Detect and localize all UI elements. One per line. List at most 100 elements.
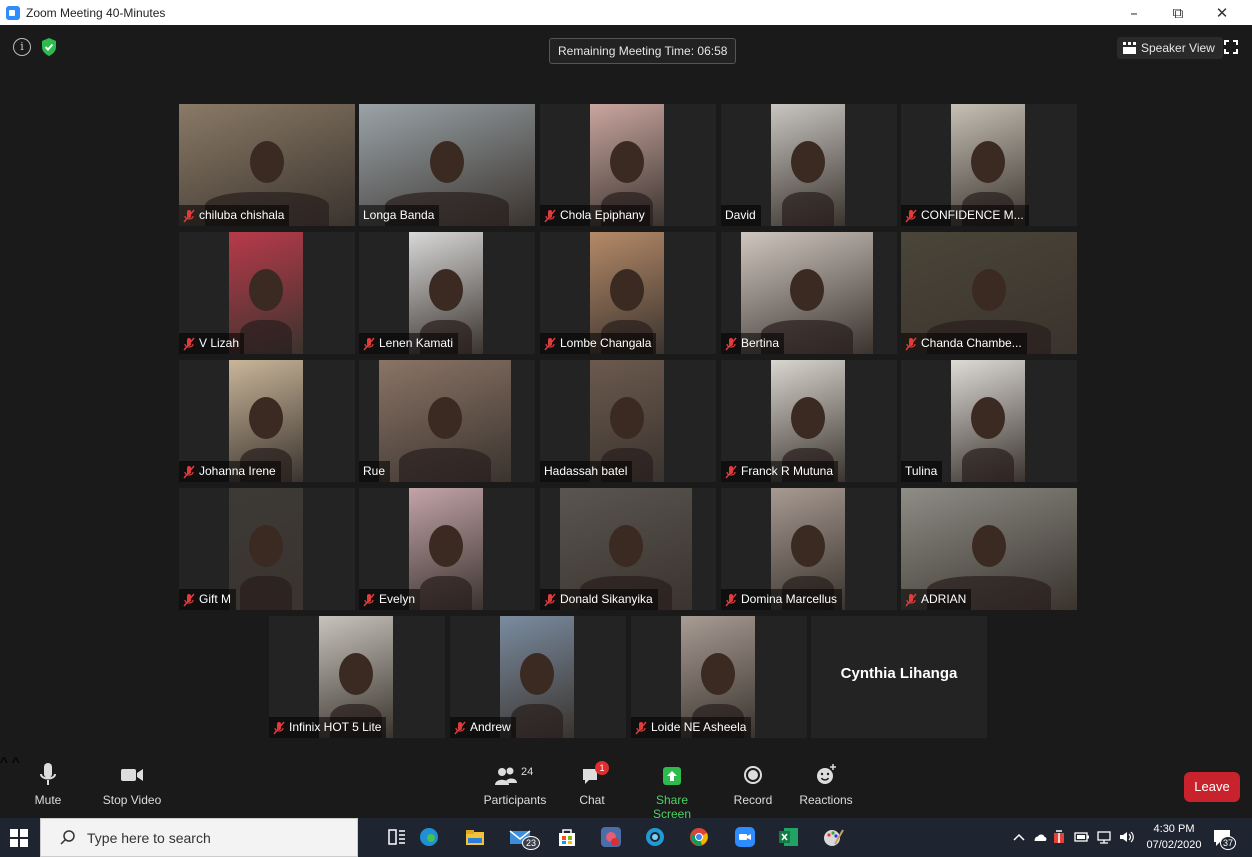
- participant-nametag: Infinix HOT 5 Lite: [269, 717, 387, 738]
- participant-silhouette: [520, 652, 554, 695]
- participant-tile[interactable]: Longa Banda: [359, 104, 535, 226]
- participant-silhouette: [339, 652, 373, 695]
- mail-app[interactable]: 23: [508, 826, 542, 850]
- participant-silhouette: [430, 140, 464, 183]
- participant-name: CONFIDENCE M...: [921, 208, 1024, 222]
- participant-tile[interactable]: Rue: [359, 360, 535, 482]
- participant-name: Rue: [363, 464, 386, 478]
- participant-tile[interactable]: Gift M: [179, 488, 355, 610]
- network-icon[interactable]: [1096, 830, 1112, 844]
- participant-silhouette: [429, 268, 463, 311]
- participant-tile[interactable]: Chola Epiphany: [540, 104, 716, 226]
- photos-app-icon[interactable]: [600, 826, 622, 848]
- participant-tile[interactable]: Andrew: [450, 616, 626, 738]
- security-tray-icon[interactable]: [1052, 829, 1066, 845]
- participant-silhouette: [610, 396, 644, 439]
- participant-name: Chola Epiphany: [560, 208, 645, 222]
- microphone-icon: [40, 763, 56, 785]
- paint-icon[interactable]: [822, 826, 844, 848]
- share-screen-icon: [663, 767, 681, 785]
- windows-start-icon[interactable]: [10, 829, 28, 847]
- encryption-shield-icon[interactable]: [39, 37, 59, 57]
- audio-options-caret[interactable]: ^: [0, 755, 8, 772]
- participant-tile[interactable]: Bertina: [721, 232, 897, 354]
- participant-nametag: Bertina: [721, 333, 785, 354]
- participant-tile[interactable]: Franck R Mutuna: [721, 360, 897, 482]
- meeting-info-icon[interactable]: i: [13, 38, 31, 56]
- file-explorer-icon[interactable]: [464, 826, 486, 848]
- participant-tile[interactable]: Lombe Changala: [540, 232, 716, 354]
- battery-icon[interactable]: [1074, 831, 1090, 843]
- participant-tile[interactable]: Hadassah batel: [540, 360, 716, 482]
- video-camera-icon: [121, 769, 143, 781]
- participant-name: Andrew: [470, 720, 511, 734]
- share-screen-button[interactable]: Share Screen: [638, 761, 706, 821]
- window-controls: – ⧉ ✕: [1112, 0, 1244, 25]
- participant-nametag: Tulina: [901, 461, 943, 482]
- muted-microphone-icon: [183, 593, 195, 607]
- participant-tile[interactable]: V Lizah: [179, 232, 355, 354]
- participant-tile[interactable]: ADRIAN: [901, 488, 1077, 610]
- participant-tile[interactable]: Tulina: [901, 360, 1077, 482]
- participants-button[interactable]: 24 Participants: [482, 761, 548, 807]
- participant-silhouette-body: [240, 575, 292, 610]
- taskbar-clock[interactable]: 4:30 PM 07/02/2020: [1144, 821, 1204, 853]
- record-icon: [744, 766, 762, 784]
- participant-nametag: Rue: [359, 461, 391, 482]
- excel-icon[interactable]: [778, 826, 800, 848]
- participant-nametag: V Lizah: [179, 333, 245, 354]
- participant-tile[interactable]: David: [721, 104, 897, 226]
- participant-tile[interactable]: Johanna Irene: [179, 360, 355, 482]
- speaker-view-button[interactable]: Speaker View: [1117, 37, 1223, 59]
- onedrive-cloud-icon[interactable]: [1032, 830, 1048, 844]
- participant-tile[interactable]: Donald Sikanyika: [540, 488, 716, 610]
- participant-silhouette: [249, 524, 283, 567]
- participant-tile[interactable]: CONFIDENCE M...: [901, 104, 1077, 226]
- edge-browser-icon[interactable]: [418, 826, 440, 848]
- video-options-caret[interactable]: ^: [12, 755, 20, 772]
- chat-button[interactable]: 1 Chat: [572, 761, 612, 807]
- participant-name: Loide NE Asheela: [651, 720, 747, 734]
- participant-silhouette: [610, 268, 644, 311]
- participant-tile[interactable]: Domina Marcellus: [721, 488, 897, 610]
- participant-tile[interactable]: chiluba chishala: [179, 104, 355, 226]
- chevron-up-icon[interactable]: [1012, 830, 1026, 844]
- participant-name: Gift M: [199, 592, 231, 606]
- store-icon[interactable]: [556, 826, 578, 848]
- window-title: Zoom Meeting 40-Minutes: [26, 5, 166, 20]
- participant-silhouette-body: [511, 703, 563, 738]
- clock-date: 07/02/2020: [1146, 839, 1202, 851]
- cortana-app-icon[interactable]: [644, 826, 666, 848]
- participant-tile[interactable]: Cynthia Lihanga: [811, 616, 987, 738]
- close-button[interactable]: ✕: [1200, 4, 1244, 22]
- restore-button[interactable]: ⧉: [1156, 4, 1200, 22]
- participant-name: David: [725, 208, 756, 222]
- minimize-button[interactable]: –: [1112, 4, 1156, 22]
- muted-microphone-icon: [725, 465, 737, 479]
- muted-microphone-icon: [273, 721, 285, 735]
- participant-tile[interactable]: Lenen Kamati: [359, 232, 535, 354]
- participant-silhouette: [428, 396, 462, 439]
- taskbar-search-box[interactable]: Type here to search: [40, 818, 358, 857]
- speaker-view-label: Speaker View: [1141, 41, 1215, 55]
- record-button[interactable]: Record: [732, 761, 774, 807]
- participant-tile[interactable]: Evelyn: [359, 488, 535, 610]
- task-view-icon[interactable]: [386, 826, 408, 848]
- participant-tile[interactable]: Loide NE Asheela: [631, 616, 807, 738]
- participant-name: Lombe Changala: [560, 336, 652, 350]
- leave-button[interactable]: Leave: [1184, 772, 1240, 802]
- volume-icon[interactable]: [1118, 830, 1136, 844]
- fullscreen-icon[interactable]: [1224, 40, 1238, 54]
- action-center-button[interactable]: 37: [1212, 828, 1236, 850]
- chrome-browser-icon[interactable]: [688, 826, 710, 848]
- participant-tile[interactable]: Infinix HOT 5 Lite: [269, 616, 445, 738]
- mute-button[interactable]: Mute: [28, 761, 68, 807]
- reactions-button[interactable]: Reactions: [798, 761, 854, 807]
- search-icon: [60, 830, 75, 845]
- participant-name: Evelyn: [379, 592, 416, 606]
- participant-name: Domina Marcellus: [741, 592, 838, 606]
- participant-silhouette: [249, 396, 283, 439]
- zoom-taskbar-icon[interactable]: [734, 826, 756, 848]
- stop-video-button[interactable]: Stop Video: [100, 761, 164, 807]
- participant-tile[interactable]: Chanda Chambe...: [901, 232, 1077, 354]
